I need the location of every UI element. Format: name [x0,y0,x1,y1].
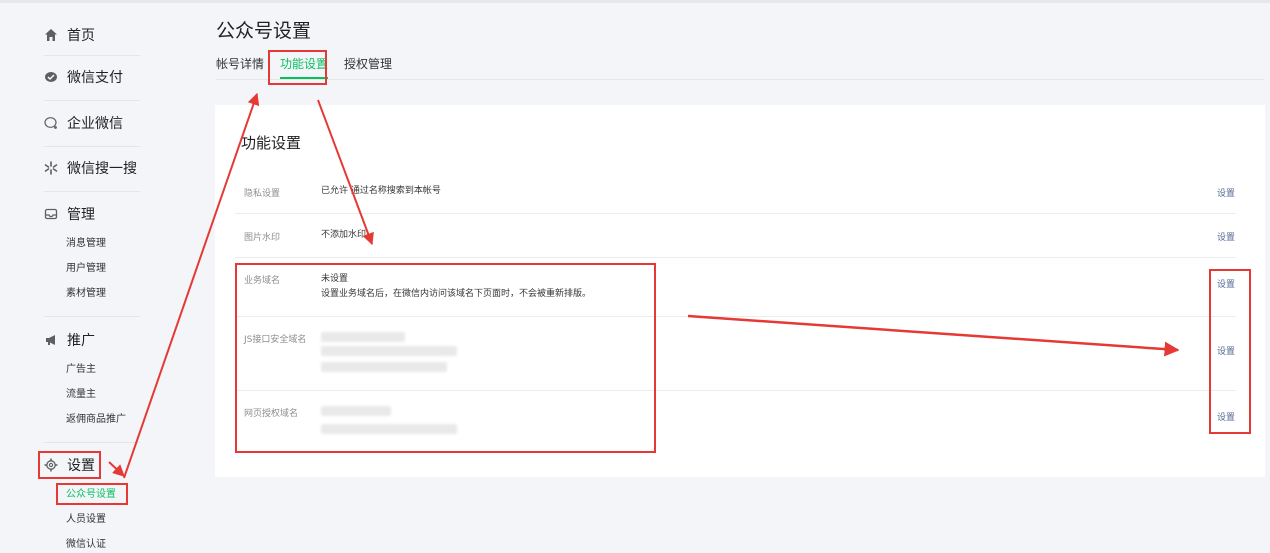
tab-underline [216,79,1264,80]
sidebar-subitem-users[interactable]: 用户管理 [66,262,106,276]
sidebar-subitem-messages[interactable]: 消息管理 [66,237,106,251]
sidebar-subitem-materials[interactable]: 素材管理 [66,287,106,301]
divider [44,55,140,56]
sidebar-item-label: 管理 [67,207,95,223]
annotation-box-settings [38,451,101,479]
tab-account-details[interactable]: 帐号详情 [216,56,264,78]
sidebar-item-home[interactable]: 首页 [44,23,95,47]
divider [44,316,140,317]
sidebar-item-label: 企业微信 [67,116,123,132]
sidebar-subitem-staff-settings[interactable]: 人员设置 [66,513,106,527]
card-title: 功能设置 [241,134,302,152]
tab-authorization[interactable]: 授权管理 [344,56,392,78]
sidebar-item-label: 微信搜一搜 [67,161,137,177]
privacy-settings-link[interactable]: 设置 [1217,186,1235,199]
sidebar-item-work-wechat[interactable]: 企业微信 [44,111,123,135]
sidebar-item-label: 首页 [67,28,95,44]
top-border [0,0,1270,3]
sidebar-item-manage[interactable]: 管理 [44,202,95,226]
sidebar-item-promote[interactable]: 推广 [44,328,95,352]
row-label-watermark: 图片水印 [244,233,281,243]
megaphone-icon [44,333,58,347]
sidebar-item-label: 微信支付 [67,70,123,86]
divider [44,191,140,192]
sidebar-item-wechat-pay[interactable]: 微信支付 [44,65,123,89]
wechat-pay-icon [44,70,58,84]
row-value-watermark: 不添加水印 [321,230,367,240]
annotation-box-account-settings [56,483,128,505]
home-icon [44,28,58,42]
divider [44,100,140,101]
sidebar-subitem-rebate[interactable]: 返佣商品推广 [66,413,126,427]
annotation-box-domains [235,263,656,453]
annotation-box-tab [268,50,327,85]
sidebar-subitem-publisher[interactable]: 流量主 [66,388,96,402]
page-title: 公众号设置 [216,20,312,42]
work-wechat-icon [44,116,58,130]
watermark-settings-link[interactable]: 设置 [1217,230,1235,243]
divider [44,146,140,147]
row-divider [235,257,1236,258]
sidebar-subitem-advertiser[interactable]: 广告主 [66,363,96,377]
inbox-icon [44,207,58,221]
sidebar-item-search[interactable]: 微信搜一搜 [44,156,137,180]
annotation-box-actions [1209,269,1251,434]
sidebar-subitem-verification[interactable]: 微信认证 [66,538,106,552]
row-value-privacy: 已允许 通过名称搜索到本帐号 [321,186,441,196]
search-star-icon [44,161,58,175]
divider [44,442,140,443]
row-divider [235,213,1236,214]
sidebar-item-label: 推广 [67,333,95,349]
row-label-privacy: 隐私设置 [244,189,281,199]
